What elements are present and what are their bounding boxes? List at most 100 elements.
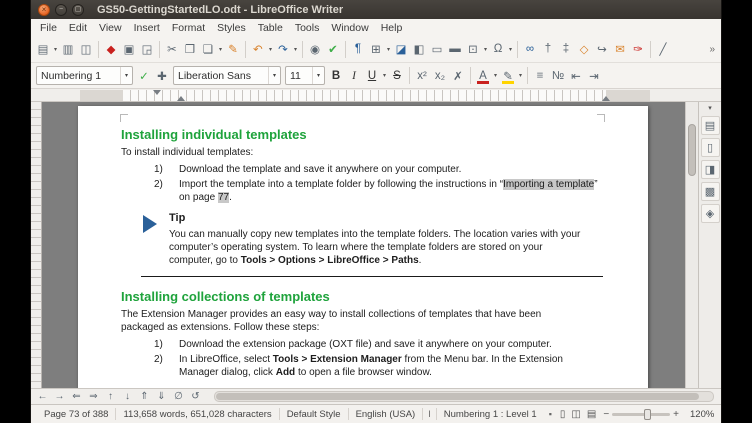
toolbar-overflow-button[interactable]: » [706, 44, 718, 55]
font-color-icon[interactable]: A [474, 66, 492, 86]
redo-icon[interactable]: ↷ [274, 39, 292, 59]
insert-chart-icon[interactable]: ◧ [410, 39, 428, 59]
menu-help[interactable]: Help [375, 21, 409, 35]
clone-formatting-icon[interactable]: ✎ [224, 39, 242, 59]
horizontal-scrollbar-thumb[interactable] [216, 393, 699, 400]
move-down-with-subpoints-icon[interactable]: ⇓ [153, 390, 170, 404]
new-style-icon[interactable]: ✚ [153, 66, 171, 86]
vertical-scrollbar[interactable] [685, 102, 698, 388]
new-document-dropdown-arrow[interactable]: ▾ [52, 46, 59, 53]
zoom-level[interactable]: 120% [683, 409, 721, 420]
properties-icon[interactable]: ▤ [701, 116, 720, 135]
print-icon[interactable]: ▣ [120, 39, 138, 59]
cross-reference-field[interactable]: 77 [218, 192, 229, 203]
print-preview-icon[interactable]: ◲ [138, 39, 156, 59]
subscript-icon[interactable]: x₂ [431, 66, 449, 86]
page[interactable]: Installing individual templatesTo instal… [78, 106, 648, 388]
font-size-combo[interactable]: 11 ▾ [285, 66, 325, 85]
page-text-area[interactable]: Installing individual templatesTo instal… [121, 115, 604, 388]
underline-icon[interactable]: U [363, 66, 381, 86]
status-page-number[interactable]: Page 73 of 388 [37, 409, 115, 420]
close-button[interactable]: × [38, 4, 50, 16]
insert-image-icon[interactable]: ◪ [392, 39, 410, 59]
copy-icon[interactable]: ❐ [181, 39, 199, 59]
zoom-slider[interactable]: − + [603, 409, 679, 420]
font-name-dropdown-arrow[interactable]: ▾ [268, 67, 280, 84]
gallery-icon[interactable]: ▩ [701, 182, 720, 201]
open-icon[interactable]: ▥ [59, 39, 77, 59]
font-color-dropdown-arrow[interactable]: ▾ [492, 72, 499, 79]
font-name-combo[interactable]: Liberation Sans ▾ [173, 66, 281, 85]
insert-cross-reference-icon[interactable]: ↪ [593, 39, 611, 59]
save-icon[interactable]: ◫ [77, 39, 95, 59]
vertical-scrollbar-thumb[interactable] [688, 124, 696, 176]
find-replace-icon[interactable]: ◉ [306, 39, 324, 59]
cross-reference-field[interactable]: Importing a template [503, 179, 594, 190]
sidebar-settings-button[interactable]: ▾ [708, 104, 712, 113]
left-indent-marker[interactable] [177, 96, 185, 101]
styles-icon[interactable]: ◨ [701, 160, 720, 179]
view-multi-page-icon[interactable]: ◫ [568, 409, 583, 420]
view-book-icon[interactable]: ▤ [584, 409, 599, 420]
document-canvas[interactable]: Installing individual templatesTo instal… [42, 102, 685, 388]
paste-icon[interactable]: ❏ [199, 39, 217, 59]
superscript-icon[interactable]: x² [413, 66, 431, 86]
status-language[interactable]: English (USA) [349, 409, 423, 420]
minimize-button[interactable]: − [55, 4, 67, 16]
clear-formatting-icon[interactable]: ✗ [449, 66, 467, 86]
insert-table-dropdown-arrow[interactable]: ▾ [385, 46, 392, 53]
move-down-icon[interactable]: ↓ [119, 390, 136, 404]
paste-dropdown-arrow[interactable]: ▾ [217, 46, 224, 53]
insert-line-icon[interactable]: ╱ [654, 39, 672, 59]
right-indent-marker[interactable] [602, 96, 610, 101]
navigator-icon[interactable]: ◈ [701, 204, 720, 223]
promote-level-icon[interactable]: ← [34, 390, 51, 404]
numbered-list-icon[interactable]: № [549, 66, 567, 86]
bold-icon[interactable]: B [327, 66, 345, 86]
menu-window[interactable]: Window [325, 21, 374, 35]
first-line-indent-marker[interactable] [153, 90, 161, 95]
insert-comment-icon[interactable]: ✉ [611, 39, 629, 59]
vertical-ruler[interactable] [31, 102, 42, 388]
zoom-out-icon[interactable]: − [603, 409, 609, 420]
italic-icon[interactable]: I [345, 66, 363, 86]
insert-textbox-icon[interactable]: ▭ [428, 39, 446, 59]
decrease-indent-icon[interactable]: ⇤ [567, 66, 585, 86]
move-up-with-subpoints-icon[interactable]: ⇑ [136, 390, 153, 404]
highlight-color-icon[interactable]: ✎ [499, 66, 517, 86]
insert-table-icon[interactable]: ⊞ [367, 39, 385, 59]
horizontal-ruler[interactable] [31, 89, 721, 102]
update-style-icon[interactable]: ✓ [135, 66, 153, 86]
status-page-style[interactable]: Default Style [280, 409, 348, 420]
insert-bookmark-icon[interactable]: ◇ [575, 39, 593, 59]
bullets-list-icon[interactable]: ≡ [531, 66, 549, 86]
no-list-icon[interactable]: ∅ [170, 390, 187, 404]
track-changes-icon[interactable]: ✑ [629, 39, 647, 59]
demote-with-subpoints-icon[interactable]: ⇒ [85, 390, 102, 404]
menu-view[interactable]: View [93, 21, 128, 35]
insert-field-dropdown-arrow[interactable]: ▾ [482, 46, 489, 53]
menu-edit[interactable]: Edit [63, 21, 93, 35]
menu-tools[interactable]: Tools [289, 21, 326, 35]
menu-file[interactable]: File [34, 21, 63, 35]
paragraph-style-combo[interactable]: Numbering 1 ▾ [36, 66, 133, 85]
horizontal-scrollbar[interactable] [214, 391, 714, 402]
menu-format[interactable]: Format [166, 21, 211, 35]
page-break-icon[interactable]: ▬ [446, 39, 464, 59]
titlebar[interactable]: × − ▢ GS50-GettingStartedLO.odt - LibreO… [31, 0, 721, 19]
menu-insert[interactable]: Insert [128, 21, 166, 35]
insert-endnote-icon[interactable]: ‡ [557, 39, 575, 59]
insert-footnote-icon[interactable]: † [539, 39, 557, 59]
insert-hyperlink-icon[interactable]: ∞ [521, 39, 539, 59]
maximize-button[interactable]: ▢ [72, 4, 84, 16]
menu-table[interactable]: Table [252, 21, 289, 35]
redo-dropdown-arrow[interactable]: ▾ [292, 46, 299, 53]
move-up-icon[interactable]: ↑ [102, 390, 119, 404]
demote-level-icon[interactable]: → [51, 390, 68, 404]
highlight-color-dropdown-arrow[interactable]: ▾ [517, 72, 524, 79]
paragraph-style-dropdown-arrow[interactable]: ▾ [120, 67, 132, 84]
export-pdf-icon[interactable]: ◆ [102, 39, 120, 59]
promote-with-subpoints-icon[interactable]: ⇐ [68, 390, 85, 404]
insert-field-icon[interactable]: ⊡ [464, 39, 482, 59]
spelling-icon[interactable]: ✔ [324, 39, 342, 59]
